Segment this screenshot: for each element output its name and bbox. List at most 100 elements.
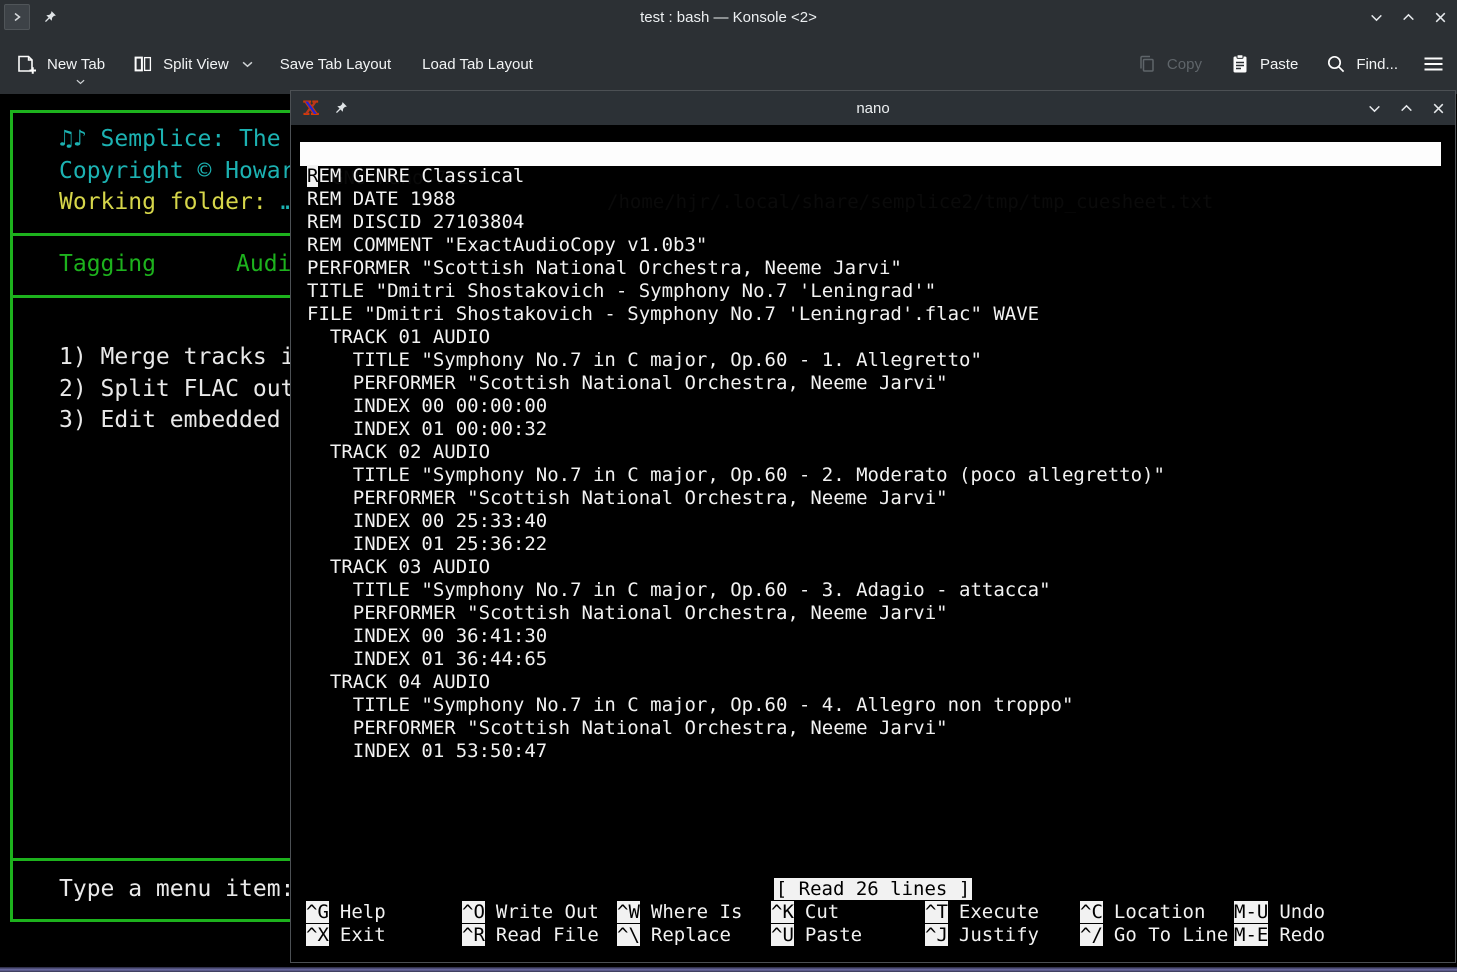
nano-shortcut-column: ^OWrite Out ^RRead File	[462, 901, 599, 947]
nano-shortcut-column: ^TExecute ^JJustify	[925, 901, 1039, 947]
nano-line: TRACK 01 AUDIO	[307, 326, 1165, 349]
nano-window: X nano	[290, 90, 1456, 963]
menu-item: 1) Merge tracks i	[59, 342, 290, 373]
toolbar-expand-button[interactable]	[4, 4, 30, 30]
nano-shortcut: ^RRead File	[462, 924, 599, 947]
nano-line: REM DATE 1988	[307, 188, 1165, 211]
split-view-dropdown-icon[interactable]	[242, 61, 253, 68]
new-tab-dropdown-icon[interactable]	[76, 79, 85, 85]
minimize-button[interactable]	[1365, 99, 1383, 117]
minimize-button[interactable]	[1367, 8, 1385, 26]
box-border	[10, 110, 290, 113]
nano-line: INDEX 00 00:00:00	[307, 395, 1165, 418]
nano-line: INDEX 00 36:41:30	[307, 625, 1165, 648]
semplice-banner-line: ♫♪ Semplice: The	[59, 124, 281, 155]
box-border	[10, 110, 13, 922]
load-tab-layout-label: Load Tab Layout	[422, 56, 533, 73]
pin-icon[interactable]	[333, 101, 348, 116]
find-label: Find...	[1356, 56, 1398, 73]
nano-shortcut: ^TExecute	[925, 901, 1039, 924]
new-tab-button[interactable]: New Tab	[14, 42, 105, 86]
nano-shortcut-column: ^GHelp ^XExit	[306, 901, 386, 947]
nano-shortcut: ^CLocation	[1080, 901, 1228, 924]
nano-shortcut: ^/Go To Line	[1080, 924, 1228, 947]
nano-line: TITLE "Symphony No.7 in C major, Op.60 -…	[307, 694, 1165, 717]
box-border	[10, 233, 290, 236]
close-icon	[1433, 10, 1448, 25]
hamburger-icon	[1422, 53, 1445, 75]
semplice-working-folder-line: Working folder: …	[59, 187, 290, 218]
nano-line: TITLE "Symphony No.7 in C major, Op.60 -…	[307, 579, 1165, 602]
nano-line: TRACK 03 AUDIO	[307, 556, 1165, 579]
chevron-down-icon	[1369, 10, 1384, 25]
svg-text:X: X	[304, 98, 319, 118]
nano-line: PERFORMER "Scottish National Orchestra, …	[307, 257, 1165, 280]
konsole-titlebar: test : bash — Konsole <2>	[0, 0, 1457, 34]
menu-tab-tagging: Tagging	[59, 249, 156, 280]
find-button[interactable]: Find...	[1325, 42, 1398, 86]
nano-line: PERFORMER "Scottish National Orchestra, …	[307, 717, 1165, 740]
nano-shortcut-column: ^WWhere Is ^\Replace	[617, 901, 742, 947]
maximize-button[interactable]	[1397, 99, 1415, 117]
nano-shortcut: ^JJustify	[925, 924, 1039, 947]
close-button[interactable]	[1431, 8, 1449, 26]
nano-shortcut-column: M-UUndo M-ERedo	[1234, 901, 1325, 947]
window-bottom-edge	[0, 967, 1457, 972]
pin-icon[interactable]	[42, 10, 57, 25]
konsole-toolbar: New Tab Split View Save Tab Layout Load …	[0, 34, 1457, 94]
window-controls	[1367, 0, 1449, 34]
nano-line: FILE "Dmitri Shostakovich - Symphony No.…	[307, 303, 1165, 326]
maximize-button[interactable]	[1399, 8, 1417, 26]
box-border	[10, 919, 290, 922]
nano-shortcut: M-UUndo	[1234, 901, 1325, 924]
window-title: test : bash — Konsole <2>	[0, 9, 1457, 26]
new-tab-icon	[14, 52, 38, 76]
nano-line: INDEX 01 36:44:65	[307, 648, 1165, 671]
hamburger-menu-button[interactable]	[1422, 42, 1445, 86]
nano-line: INDEX 01 00:00:32	[307, 418, 1165, 441]
nano-window-title: nano	[291, 100, 1455, 117]
nano-line: REM DISCID 27103804	[307, 211, 1165, 234]
split-view-label: Split View	[163, 56, 229, 73]
chevron-right-icon	[12, 12, 22, 22]
copy-label: Copy	[1167, 56, 1202, 73]
save-tab-layout-button[interactable]: Save Tab Layout	[280, 42, 391, 86]
nano-shortcut-column: ^CLocation ^/Go To Line	[1080, 901, 1228, 947]
nano-status-bar: [ Read 26 lines ]	[291, 878, 1455, 901]
split-view-button[interactable]: Split View	[132, 42, 253, 86]
nano-shortcut: ^KCut	[771, 901, 862, 924]
paste-button[interactable]: Paste	[1229, 42, 1298, 86]
nano-shortcut: ^\Replace	[617, 924, 742, 947]
nano-line: PERFORMER "Scottish National Orchestra, …	[307, 372, 1165, 395]
nano-line: TITLE "Symphony No.7 in C major, Op.60 -…	[307, 464, 1165, 487]
semplice-copyright-line: Copyright © Howar	[59, 156, 290, 187]
copy-button[interactable]: Copy	[1136, 42, 1202, 86]
nano-shortcut: ^UPaste	[771, 924, 862, 947]
close-icon	[1431, 101, 1446, 116]
chevron-up-icon	[1399, 101, 1414, 116]
nano-line: TRACK 02 AUDIO	[307, 441, 1165, 464]
paste-icon	[1229, 53, 1251, 75]
nano-shortcut: ^WWhere Is	[617, 901, 742, 924]
nano-line: INDEX 00 25:33:40	[307, 510, 1165, 533]
nano-line: TITLE "Dmitri Shostakovich - Symphony No…	[307, 280, 1165, 303]
screen: test : bash — Konsole <2>	[0, 0, 1457, 972]
nano-text-area[interactable]: GNU nano 7.2 /home/hjr/.local/share/semp…	[291, 125, 1455, 962]
load-tab-layout-button[interactable]: Load Tab Layout	[422, 42, 533, 86]
search-icon	[1325, 53, 1347, 75]
chevron-up-icon	[1401, 10, 1416, 25]
copy-icon	[1136, 53, 1158, 75]
xterm-icon: X	[301, 98, 321, 118]
nano-titlebar: X nano	[291, 91, 1455, 125]
nano-buffer: REM GENRE Classical REM DATE 1988 REM DI…	[307, 165, 1165, 763]
new-tab-label: New Tab	[47, 56, 105, 73]
semplice-terminal[interactable]: ♫♪ Semplice: The Copyright © Howar Worki…	[0, 94, 290, 972]
close-button[interactable]	[1429, 99, 1447, 117]
menu-prompt: Type a menu item:	[59, 874, 290, 905]
nano-header-bar: GNU nano 7.2 /home/hjr/.local/share/semp…	[300, 142, 1441, 166]
split-view-icon	[132, 53, 154, 75]
menu-tab-audio: Audi	[236, 249, 290, 280]
nano-line: PERFORMER "Scottish National Orchestra, …	[307, 602, 1165, 625]
chevron-down-icon	[1367, 101, 1382, 116]
menu-item: 3) Edit embedded	[59, 405, 281, 436]
